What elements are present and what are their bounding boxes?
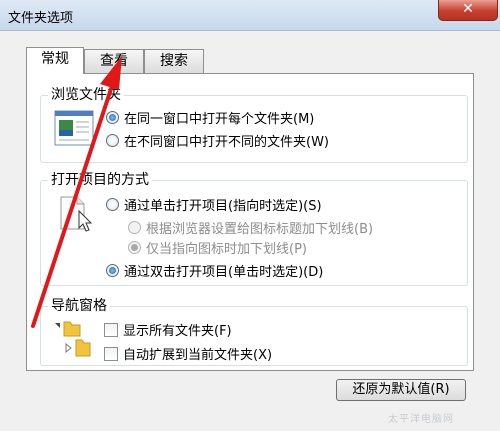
title-bar: 文件夹选项 ✕ — [0, 0, 500, 31]
watermark-text: 太平洋电脑网 — [388, 414, 454, 425]
radio-underline-browser[interactable]: 根据浏览器设置给图标标题加下划线(B) — [128, 218, 373, 237]
folder-tree-icon — [55, 321, 91, 357]
tab-general[interactable]: 常规 — [26, 47, 84, 74]
click-items-legend: 打开项目的方式 — [48, 172, 152, 188]
window-title: 文件夹选项 — [8, 11, 74, 26]
browse-folders-group — [40, 95, 468, 163]
radio-button[interactable] — [106, 111, 119, 124]
browse-folders-legend: 浏览文件夹 — [48, 87, 124, 103]
navigation-pane-legend: 导航窗格 — [48, 298, 110, 314]
radio-single-click[interactable]: 通过单击打开项目(指向时选定)(S) — [106, 195, 322, 214]
radio-same-window[interactable]: 在同一窗口中打开每个文件夹(M) — [106, 108, 314, 127]
restore-defaults-button[interactable]: 还原为默认值(R) — [336, 379, 466, 401]
radio-new-window[interactable]: 在不同窗口中打开不同的文件夹(W) — [106, 131, 329, 150]
folder-window-icon — [54, 110, 94, 146]
radio-button[interactable] — [106, 264, 119, 277]
checkbox-auto-expand[interactable]: 自动扩展到当前文件夹(X) — [104, 344, 272, 363]
tab-view[interactable]: 查看 — [84, 49, 144, 73]
radio-button[interactable] — [106, 198, 119, 211]
checkbox[interactable] — [104, 322, 118, 337]
radio-double-click[interactable]: 通过双击打开项目(单击时选定)(D) — [106, 261, 323, 280]
tab-search[interactable]: 搜索 — [144, 49, 204, 73]
close-icon: ✕ — [462, 1, 474, 17]
radio-button[interactable] — [106, 134, 119, 147]
radio-button[interactable] — [128, 221, 141, 234]
checkbox-show-all-folders[interactable]: 显示所有文件夹(F) — [104, 320, 232, 339]
radio-underline-point[interactable]: 仅当指向图标时加下划线(P) — [128, 238, 307, 257]
document-cursor-icon — [60, 196, 93, 232]
checkbox[interactable] — [104, 346, 118, 361]
close-button[interactable]: ✕ — [438, 0, 498, 21]
radio-button[interactable] — [128, 241, 141, 254]
